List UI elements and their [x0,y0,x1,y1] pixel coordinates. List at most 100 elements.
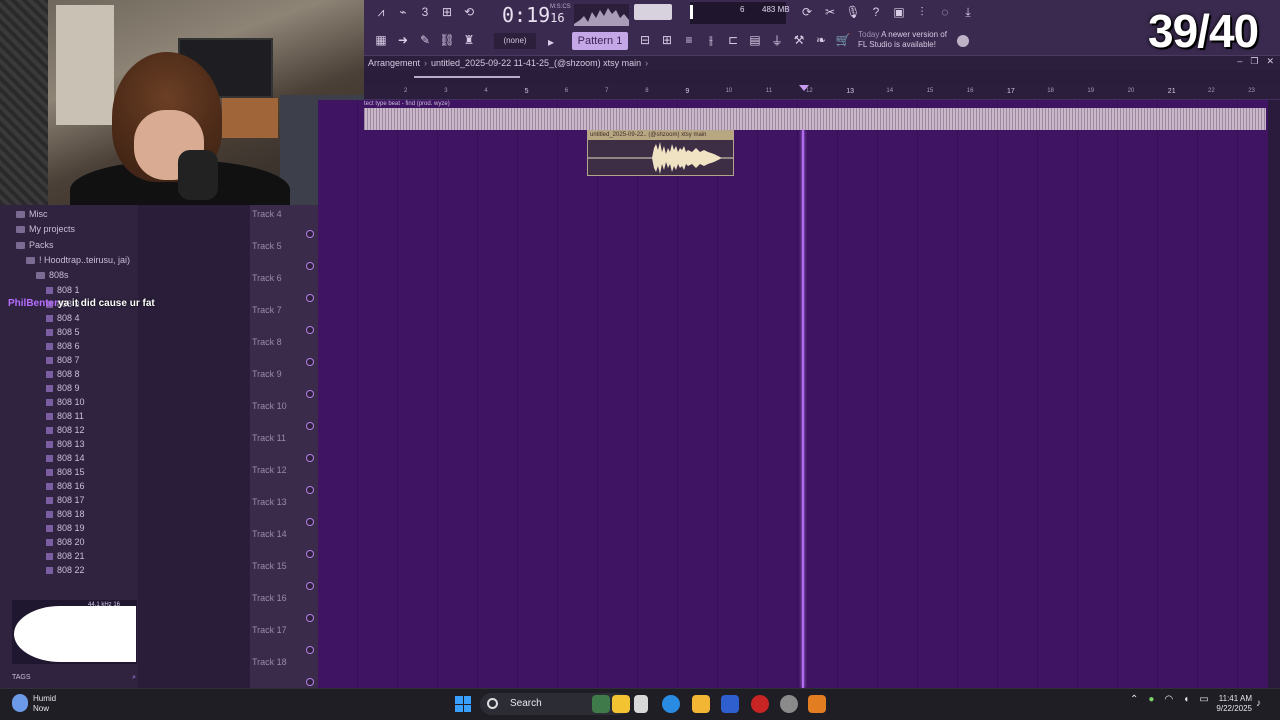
track-header-label[interactable]: Track 13 [251,497,317,507]
track-header-label[interactable]: Track 14 [251,529,317,539]
cut-icon[interactable]: ✂ [821,3,839,21]
track-mute-button[interactable] [306,294,314,302]
volume-icon[interactable]: ◖ [1183,694,1189,705]
track-mute-button[interactable] [306,230,314,238]
track-header-label[interactable]: Track 12 [251,465,317,475]
browser-sample-item[interactable]: 808 12 [46,425,85,435]
track-header-label[interactable]: Track 8 [251,337,317,347]
project-name[interactable]: untitled_2025-09-22 11-41-25_(@shzoom) x… [431,58,641,68]
weather-icon[interactable] [12,694,28,712]
obs-icon[interactable] [780,695,798,713]
track-header-label[interactable]: Track 5 [251,241,317,251]
browser-sample-item[interactable]: 808 22 [46,565,85,575]
browser-sample-item[interactable]: 808 1 [46,285,80,295]
track-mute-button[interactable] [306,326,314,334]
news-panel[interactable]: Today A newer version of FL Studio is av… [858,30,958,52]
store-icon[interactable] [721,695,739,713]
globe-icon[interactable] [957,35,969,47]
track-mute-button[interactable] [306,518,314,526]
cart-icon[interactable]: 🛒 [834,31,852,49]
playhead-line[interactable] [802,130,804,688]
close-icon[interactable]: ✕ [1266,56,1274,67]
fl-studio-icon[interactable] [808,695,826,713]
browser-sample-item[interactable]: 808 11 [46,411,84,421]
plugin-icon[interactable]: ⏚ [768,31,786,49]
countdown-icon[interactable]: 3 [416,3,434,21]
loop-record-icon[interactable]: ⟲ [460,3,478,21]
fader-icon[interactable]: ⫲ [702,31,720,49]
microphone-icon[interactable]: 🎙 [844,3,862,21]
mixer-icon[interactable]: ⫶ [913,3,931,21]
browser-sample-item[interactable]: 808 17 [46,495,85,505]
browser-sample-item[interactable]: 808 7 [46,355,80,365]
link-icon[interactable]: ⛓ [438,31,456,49]
save-icon[interactable]: ▣ [890,3,908,21]
browser-folder-misc[interactable]: Misc [16,209,48,219]
step-edit-icon[interactable]: ⊞ [438,3,456,21]
browser-sample-item[interactable]: 808 9 [46,383,80,393]
track-header-label[interactable]: Track 16 [251,593,317,603]
scrollbar-thumb[interactable] [414,76,520,78]
play-pattern-icon[interactable]: ▸ [542,33,560,51]
track-header-label[interactable]: Track 6 [251,273,317,283]
playlist-icon[interactable]: ⊟ [636,31,654,49]
browser-sample-item[interactable]: 808 19 [46,523,85,533]
browser-folder-packs[interactable]: Packs [16,240,54,250]
piano-icon[interactable]: ▦ [372,31,390,49]
tools-icon[interactable]: ⚒ [790,31,808,49]
pattern-selector[interactable]: Pattern 1 [572,32,628,50]
browser-sample-item[interactable]: 808 16 [46,481,85,491]
browser-sample-item[interactable]: 808 14 [46,453,85,463]
files-app-icon[interactable] [634,695,648,713]
playlist-grid[interactable] [318,100,1268,688]
browser-sample-item[interactable]: 808 13 [46,439,85,449]
battery-icon[interactable]: ▭ [1199,694,1208,705]
arrow-icon[interactable]: ➜ [394,31,412,49]
browser-icon[interactable]: ⊏ [724,31,742,49]
restore-icon[interactable]: ❐ [1250,56,1258,67]
mic-icon[interactable]: ● [1148,694,1154,705]
browser-sample-item[interactable]: 808 6 [46,341,80,351]
chat-icon[interactable]: ◌ [936,3,954,21]
file-explorer-icon[interactable] [692,695,710,713]
widget-app-icon[interactable] [592,695,610,713]
track-mute-button[interactable] [306,646,314,654]
snap-selector[interactable]: (none) [494,33,536,49]
yellow-app-icon[interactable] [612,695,630,713]
browser-sample-item[interactable]: 808 10 [46,397,85,407]
channel-rack-icon[interactable]: ⊞ [658,31,676,49]
search-icon[interactable]: ⌕ [132,670,136,686]
track-mute-button[interactable] [306,486,314,494]
browser-folder-my-projects[interactable]: My projects [16,224,75,234]
copilot-icon[interactable] [662,695,680,713]
browser-sample-item[interactable]: 808 8 [46,369,80,379]
help-icon[interactable]: ? [867,3,885,21]
notification-bell-icon[interactable]: ♪ [1256,698,1261,709]
system-clock[interactable]: 11:41 AM 9/22/2025 [1210,694,1252,714]
track-mute-button[interactable] [306,582,314,590]
file-icon[interactable]: ▤ [746,31,764,49]
fruit-icon[interactable]: ❧ [812,31,830,49]
track-header-label[interactable]: Track 9 [251,369,317,379]
track-mute-button[interactable] [306,390,314,398]
wifi-icon[interactable]: ◠ [1164,694,1173,705]
browser-folder-808s[interactable]: 808s [36,270,69,280]
track-header-label[interactable]: Track 17 [251,625,317,635]
windows-start-icon[interactable] [455,696,471,712]
refresh-icon[interactable]: ⟳ [798,3,816,21]
browser-sample-item[interactable]: 808 4 [46,313,80,323]
track-header-label[interactable]: Track 15 [251,561,317,571]
track-mute-button[interactable] [306,678,314,686]
track-mute-button[interactable] [306,454,314,462]
track-header-label[interactable]: Track 7 [251,305,317,315]
minimize-icon[interactable]: – [1237,56,1242,67]
track-mute-button[interactable] [306,422,314,430]
track-header-label[interactable]: Track 11 [251,433,317,443]
chevron-up-icon[interactable]: ⌃ [1130,694,1138,705]
download-icon[interactable]: ⤓ [959,3,977,21]
track-mute-button[interactable] [306,358,314,366]
browser-folder-pack[interactable]: ! Hoodtrap..teirusu, jai) [26,255,130,265]
browser-sample-item[interactable]: 808 18 [46,509,85,519]
opera-icon[interactable] [751,695,769,713]
mixer-view-icon[interactable]: ≡ [680,31,698,49]
